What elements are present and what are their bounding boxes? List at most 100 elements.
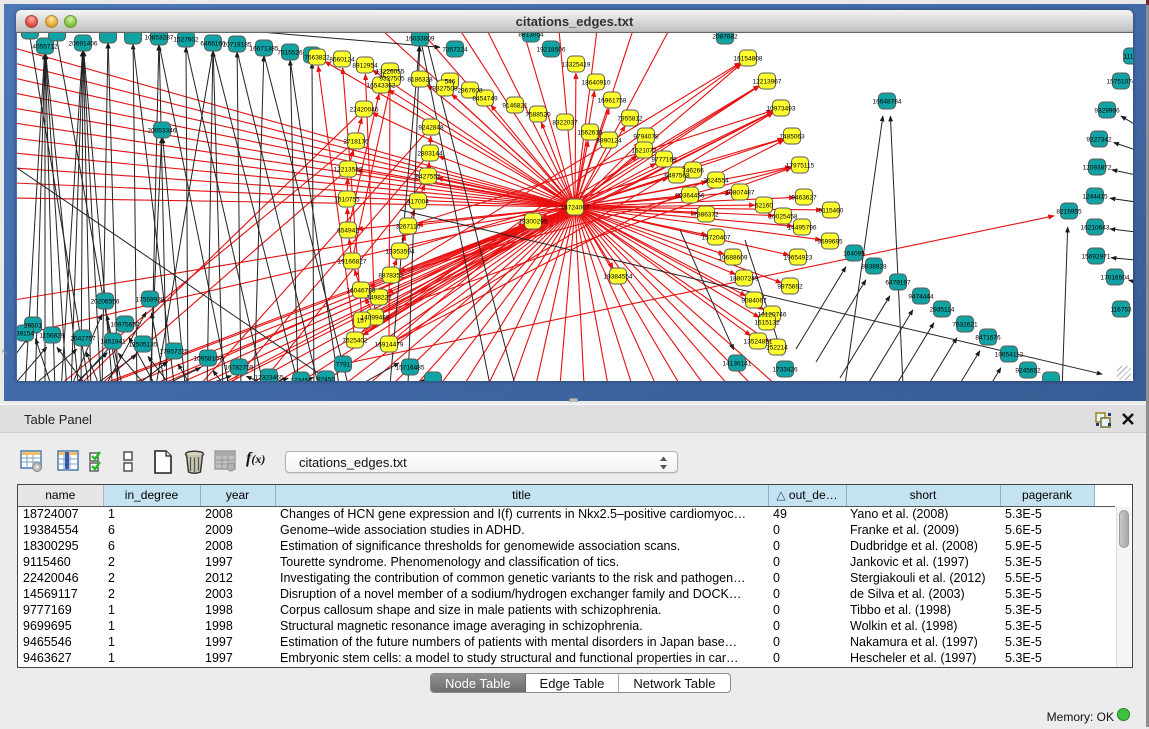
svg-text:8878352: 8878352 [378, 273, 404, 280]
svg-text:17975115: 17975115 [786, 163, 815, 170]
svg-text:39154: 39154 [17, 331, 34, 338]
svg-text:11123: 11123 [1123, 54, 1133, 61]
svg-text:1610755: 1610755 [334, 197, 360, 204]
svg-text:16543362: 16543362 [367, 83, 396, 90]
svg-text:2803144: 2803144 [417, 151, 443, 158]
svg-text:8427552: 8427552 [415, 174, 441, 181]
svg-text:8471676: 8471676 [975, 335, 1001, 342]
svg-text:15716485: 15716485 [396, 365, 425, 372]
svg-text:8186328: 8186328 [407, 77, 433, 84]
svg-text:1244415: 1244415 [1082, 194, 1108, 201]
svg-text:16033809: 16033809 [406, 36, 435, 43]
svg-text:15692971: 15692971 [1082, 254, 1111, 261]
svg-text:26501: 26501 [24, 323, 42, 330]
svg-text:14495796: 14495796 [788, 225, 817, 232]
svg-text:1562615: 1562615 [577, 130, 603, 137]
svg-text:10025458: 10025458 [769, 214, 798, 221]
svg-text:7357224: 7357224 [442, 47, 468, 54]
svg-text:7625402: 7625402 [342, 338, 368, 345]
svg-text:13353594: 13353594 [386, 249, 415, 256]
svg-text:18640910: 18640910 [582, 80, 611, 87]
svg-text:20206556: 20206556 [91, 299, 120, 306]
svg-text:9329966: 9329966 [1094, 108, 1120, 115]
svg-text:8322037: 8322037 [552, 120, 578, 127]
svg-text:3267110: 3267110 [396, 224, 421, 231]
svg-text:10853287: 10853287 [145, 35, 174, 42]
svg-text:12505135: 12505135 [129, 342, 158, 349]
svg-text:9115460: 9115460 [819, 208, 844, 215]
svg-text:10975657: 10975657 [111, 322, 140, 329]
svg-text:92450: 92450 [317, 377, 335, 382]
svg-text:9975692: 9975692 [777, 284, 803, 291]
svg-text:17957225: 17957225 [160, 349, 189, 356]
svg-text:10654112: 10654112 [995, 352, 1024, 359]
svg-text:16648784: 16648784 [873, 99, 902, 106]
svg-text:4055712: 4055712 [32, 44, 58, 51]
svg-text:12213967: 12213967 [753, 79, 782, 86]
svg-text:252214: 252214 [766, 345, 788, 352]
svg-text:10719185: 10719185 [223, 42, 252, 49]
svg-text:18807249: 18807249 [730, 276, 759, 283]
svg-text:7485063: 7485063 [779, 134, 805, 141]
svg-text:9474444: 9474444 [908, 294, 934, 301]
svg-text:7791: 7791 [336, 362, 351, 369]
svg-text:164095: 164095 [843, 251, 865, 258]
svg-text:9242848: 9242848 [418, 125, 444, 132]
svg-text:8454749: 8454749 [472, 96, 498, 103]
svg-text:14136141: 14136141 [723, 361, 752, 368]
svg-text:16961758: 16961758 [598, 98, 627, 105]
svg-text:9327508: 9327508 [432, 86, 458, 93]
svg-text:10973493: 10973493 [767, 106, 796, 113]
svg-text:654942: 654942 [337, 228, 359, 235]
svg-text:17016504: 17016504 [1101, 275, 1130, 282]
svg-text:1156829: 1156829 [40, 333, 65, 340]
svg-text:8990124: 8990124 [596, 138, 622, 145]
svg-text:12213582: 12213582 [334, 167, 363, 174]
svg-text:1733426: 1733426 [772, 367, 798, 374]
svg-text:17559938: 17559938 [136, 297, 165, 304]
svg-text:1615132: 1615132 [754, 320, 780, 327]
svg-text:3624554: 3624554 [703, 178, 729, 185]
svg-text:7986372: 7986372 [693, 212, 719, 219]
svg-text:9227342: 9227342 [1086, 137, 1112, 144]
svg-text:8912954: 8912954 [352, 63, 378, 70]
svg-text:20691406: 20691406 [69, 41, 98, 48]
svg-text:16154808: 16154808 [734, 56, 763, 63]
svg-text:10807487: 10807487 [726, 190, 755, 197]
svg-text:19166827: 19166827 [338, 259, 367, 266]
svg-text:1527602: 1527602 [173, 37, 199, 44]
svg-text:18724007: 18724007 [561, 205, 590, 212]
svg-text:15720407: 15720407 [702, 235, 731, 242]
svg-text:746266: 746266 [682, 168, 704, 175]
svg-text:13226055: 13226055 [376, 69, 405, 76]
svg-text:16120746: 16120746 [758, 312, 787, 319]
svg-text:417004: 417004 [407, 199, 429, 206]
svg-text:13325419: 13325419 [562, 62, 591, 69]
svg-text:157: 157 [357, 318, 368, 325]
svg-text:22420046: 22420046 [350, 107, 379, 114]
svg-text:2718176: 2718176 [343, 139, 369, 146]
svg-text:8660124: 8660124 [329, 57, 355, 64]
svg-text:8938928: 8938928 [861, 264, 887, 271]
svg-text:9245652: 9245652 [1015, 368, 1041, 375]
svg-text:8813054: 8813054 [518, 33, 544, 39]
svg-text:19384554: 19384554 [604, 274, 633, 281]
svg-text:16046788: 16046788 [347, 288, 376, 295]
svg-text:1451941: 1451941 [100, 339, 126, 346]
svg-text:2967608: 2967608 [457, 88, 483, 95]
svg-text:15751074: 15751074 [1107, 79, 1133, 86]
svg-text:2042757: 2042757 [70, 336, 96, 343]
svg-text:10958107: 10958107 [194, 356, 223, 363]
svg-text:8215955: 8215955 [1056, 209, 1082, 216]
svg-text:3498222: 3498222 [366, 295, 392, 302]
svg-text:7632621: 7632621 [952, 322, 978, 329]
svg-text:62160: 62160 [755, 203, 773, 210]
svg-text:12323465: 12323465 [255, 375, 284, 382]
svg-text:9327505: 9327505 [379, 76, 405, 83]
svg-text:12093872: 12093872 [1083, 165, 1112, 172]
svg-text:9777169: 9777169 [651, 157, 677, 164]
svg-text:9794078: 9794078 [633, 134, 659, 141]
svg-text:16914479: 16914479 [375, 342, 404, 349]
svg-text:1621072: 1621072 [631, 148, 657, 155]
svg-text:16210643: 16210643 [1081, 225, 1110, 232]
